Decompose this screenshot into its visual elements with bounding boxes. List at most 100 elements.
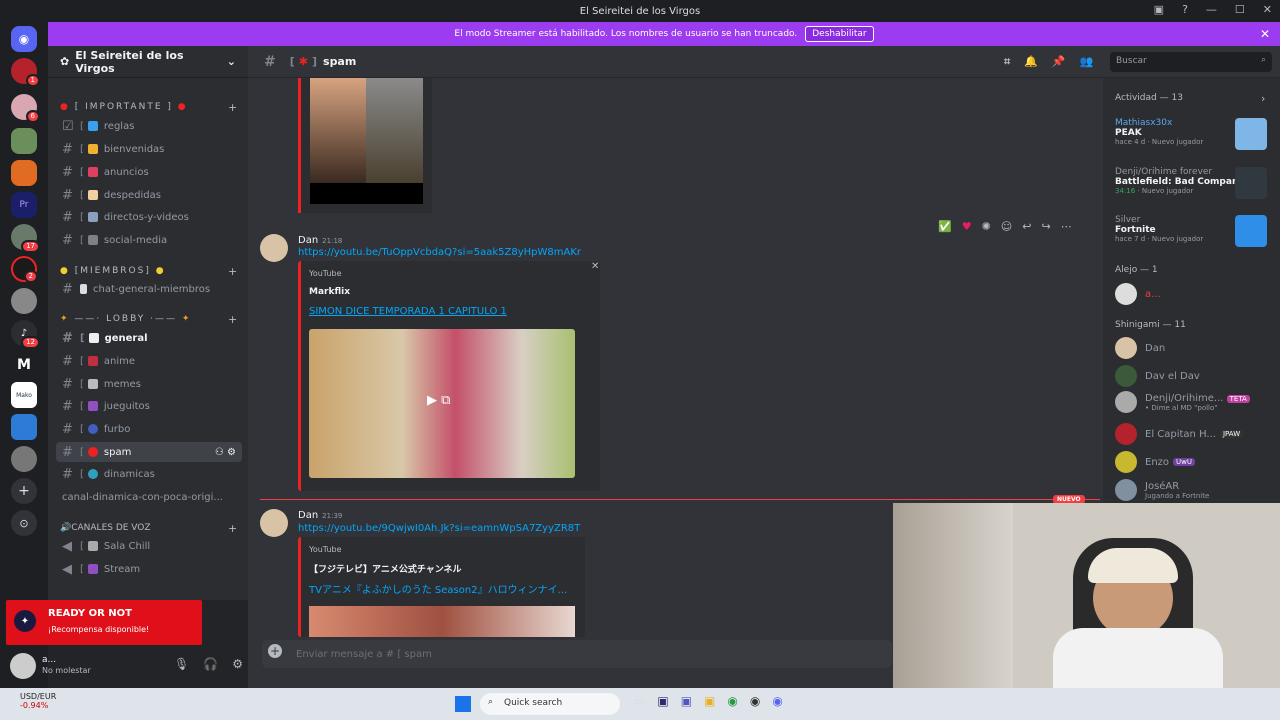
- members-icon[interactable]: 👥: [1080, 55, 1094, 69]
- channel-despedidas[interactable]: #[despedidas: [56, 185, 242, 205]
- pin-icon[interactable]: 📌: [1052, 55, 1066, 69]
- add-channel-icon[interactable]: +: [228, 265, 237, 278]
- close-icon[interactable]: ✕: [1260, 27, 1270, 41]
- add-channel-icon[interactable]: +: [228, 522, 237, 535]
- message-link[interactable]: https://youtu.be/9QwjwI0Ah.Jk?si=eamnWpS…: [298, 523, 580, 534]
- member-item[interactable]: a...: [1115, 283, 1161, 305]
- server-icon[interactable]: 17: [11, 224, 40, 253]
- more-icon[interactable]: ⋯: [1061, 220, 1072, 233]
- add-channel-icon[interactable]: +: [228, 101, 237, 114]
- channel-jueguitos[interactable]: #[jueguitos: [56, 396, 242, 416]
- category-miembros[interactable]: ● [MIEMBROS] ● +: [60, 265, 237, 278]
- embed-provider[interactable]: YouTube: [309, 269, 342, 278]
- avatar[interactable]: [10, 653, 36, 679]
- premiere-icon[interactable]: ▣: [657, 694, 668, 708]
- add-server-icon[interactable]: +: [11, 478, 37, 504]
- member-item[interactable]: Enzo UwU: [1115, 451, 1196, 473]
- reward-notification[interactable]: ✦ READY OR NOT ¡Recompensa disponible!: [6, 600, 202, 645]
- discord-icon[interactable]: ◉: [772, 694, 782, 708]
- embed-title[interactable]: TVアニメ『よふかしのうた Season2』ハロウィンナイ...: [309, 581, 567, 596]
- add-attachment-icon[interactable]: +: [268, 644, 282, 658]
- server-icon[interactable]: ♪ 12: [11, 320, 40, 349]
- check-reaction-icon[interactable]: ✅: [938, 220, 952, 233]
- channel-reglas[interactable]: ☑[reglas: [56, 116, 242, 136]
- server-icon[interactable]: [11, 414, 37, 440]
- channel-directos[interactable]: #[directos-y-videos: [56, 207, 242, 227]
- channel-anuncios[interactable]: #[anuncios: [56, 162, 242, 182]
- member-item[interactable]: Denji/Orihime... TETA • Dime al MD "pollo…: [1115, 391, 1250, 413]
- search-input[interactable]: Buscar ⌕: [1110, 52, 1272, 72]
- channel-bienvenidas[interactable]: #[bienvenidas: [56, 139, 242, 159]
- category-lobby[interactable]: ✦ ——· LOBBY ·—— ✦ +: [60, 313, 237, 326]
- taskbar-search[interactable]: ⌕ Quick search: [480, 693, 620, 715]
- video-thumbnail[interactable]: [309, 606, 575, 637]
- play-icon[interactable]: ▶ ⧉: [427, 393, 450, 408]
- embed-author[interactable]: 【フジテレビ】アニメ公式チャンネル: [309, 562, 462, 575]
- premiere-server-icon[interactable]: Pr: [11, 192, 37, 218]
- close-window-icon[interactable]: ✕: [1263, 3, 1272, 16]
- task-view-icon[interactable]: ▭: [634, 694, 645, 708]
- embed-author[interactable]: Markflix: [309, 287, 350, 297]
- message-input[interactable]: + Enviar mensaje a # [ spam: [262, 640, 892, 668]
- author-name[interactable]: Dan: [298, 510, 318, 521]
- minimize-icon[interactable]: —: [1206, 3, 1217, 16]
- server-icon[interactable]: Mako: [11, 382, 37, 408]
- add-channel-icon[interactable]: +: [228, 313, 237, 326]
- video-thumbnail[interactable]: ▶ ⧉: [309, 329, 575, 478]
- voice-stream[interactable]: ◀[Stream: [56, 559, 242, 579]
- category-importante[interactable]: ● [ IMPORTANTE ] ● +: [60, 101, 237, 114]
- embed-thumbnail[interactable]: [310, 78, 423, 204]
- gear-icon[interactable]: ⚙: [232, 657, 243, 671]
- forward-icon[interactable]: ↪: [1041, 220, 1050, 233]
- server-icon[interactable]: M: [11, 352, 37, 378]
- embed-title[interactable]: SIMON DICE TEMPORADA 1 CAPITULO 1: [309, 306, 507, 317]
- start-icon[interactable]: [455, 696, 471, 712]
- reply-icon[interactable]: ↩: [1022, 220, 1031, 233]
- help-icon[interactable]: ?: [1182, 3, 1188, 16]
- voice-sala-chill[interactable]: ◀[Sala Chill: [56, 536, 242, 556]
- server-icon[interactable]: [11, 446, 37, 472]
- folder-icon[interactable]: ▣: [704, 694, 715, 708]
- activity-card[interactable]: Denji/Orihime forever Battlefield: Bad C…: [1115, 167, 1275, 199]
- threads-icon[interactable]: ⌗: [1004, 55, 1010, 69]
- server-header[interactable]: ✿ El Seireitei de los Virgos ⌄: [48, 46, 248, 78]
- server-icon[interactable]: [11, 288, 37, 314]
- embed-provider[interactable]: YouTube: [309, 545, 342, 554]
- server-icon[interactable]: 2: [11, 256, 38, 283]
- server-icon[interactable]: 1: [11, 58, 40, 87]
- channel-spam[interactable]: #[spam ⚇ ⚙: [56, 442, 242, 462]
- obs-icon[interactable]: ◉: [750, 694, 760, 708]
- server-icon[interactable]: 6: [11, 94, 40, 123]
- chrome-icon[interactable]: ◉: [727, 694, 737, 708]
- bell-icon[interactable]: 🔔: [1024, 55, 1038, 69]
- category-voz[interactable]: 🔊CANALES DE VOZ +: [60, 522, 237, 535]
- author-name[interactable]: Dan: [298, 235, 318, 246]
- member-item[interactable]: Dan: [1115, 337, 1165, 359]
- microphone-icon[interactable]: 🎙: [174, 657, 189, 671]
- channel-dinamicas[interactable]: #[dinamicas: [56, 464, 242, 484]
- member-item[interactable]: JoséAR Jugando a Fortnite: [1115, 479, 1209, 501]
- channel-anime[interactable]: #[anime: [56, 351, 242, 371]
- chevron-right-icon[interactable]: ›: [1261, 92, 1265, 105]
- channel-general[interactable]: #[general: [56, 328, 242, 348]
- member-item[interactable]: Dav el Dav: [1115, 365, 1200, 387]
- channel-furbo[interactable]: #[furbo: [56, 419, 242, 439]
- discord-home-icon[interactable]: ◉: [11, 26, 37, 52]
- inbox-icon[interactable]: ▣: [1154, 3, 1164, 16]
- explore-icon[interactable]: ⊙: [11, 510, 37, 536]
- channel-chat-general[interactable]: # chat-general-miembros: [56, 279, 242, 299]
- invite-and-settings-icons[interactable]: ⚇ ⚙: [215, 447, 236, 458]
- message-link[interactable]: https://youtu.be/TuOppVcbdaQ?si=5aak5Z8y…: [298, 247, 581, 258]
- maximize-icon[interactable]: ☐: [1235, 3, 1245, 16]
- headphones-icon[interactable]: 🎧: [203, 657, 218, 671]
- ticker-widget[interactable]: USD/EUR -0.94%: [20, 692, 56, 710]
- channel-canal-dinamica[interactable]: canal-dinamica-con-poca-origi...: [56, 487, 242, 507]
- teams-icon[interactable]: ▣: [681, 694, 692, 708]
- activity-card[interactable]: Mathiasx30x PEAK hace 4 d · Nuevo jugado…: [1115, 118, 1275, 150]
- reaction-icon[interactable]: ✺: [982, 220, 991, 233]
- server-icon[interactable]: [11, 160, 37, 186]
- avatar[interactable]: [260, 509, 288, 537]
- channel-memes[interactable]: #[memes: [56, 374, 242, 394]
- heart-reaction-icon[interactable]: ♥: [962, 220, 972, 233]
- add-reaction-icon[interactable]: ☺: [1001, 220, 1012, 233]
